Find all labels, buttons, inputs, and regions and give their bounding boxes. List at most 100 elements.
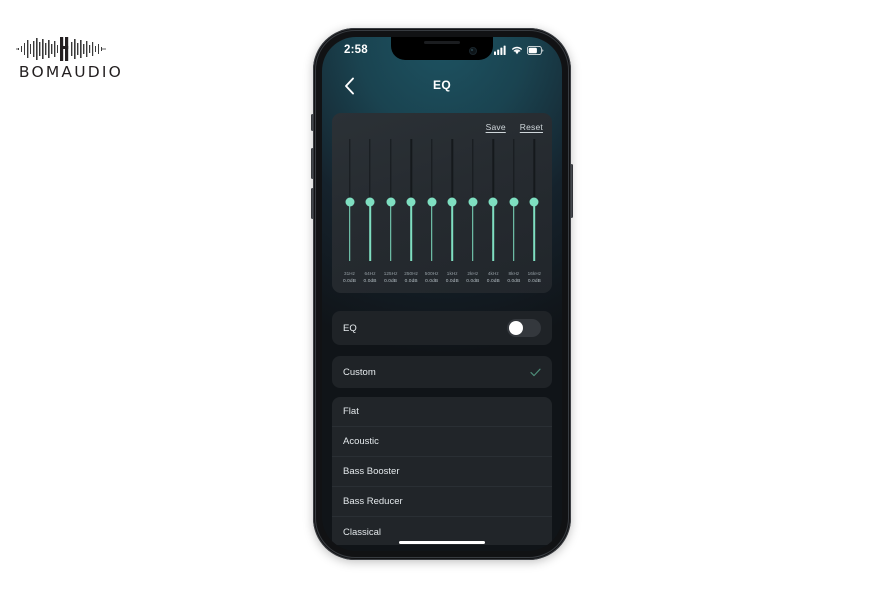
eq-band-track-active [492,202,495,261]
eq-band-thumb[interactable] [447,197,457,207]
eq-band-label-group: 1kHz 0.0dB [444,270,461,286]
eq-band-slider[interactable] [464,139,481,261]
eq-band-frequency: 2kHz [467,271,479,276]
check-icon [530,368,541,377]
eq-band-slider[interactable] [505,139,522,261]
eq-band-label-group: 250Hz 0.0dB [403,270,420,286]
battery-icon [527,45,544,55]
equalizer-band-labels: 31Hz 0.0dB 64Hz 0.0dB 125Hz 0.0dB 250Hz 0.0dB 50… [341,270,543,286]
eq-band-slider[interactable] [403,139,420,261]
eq-band-thumb[interactable] [529,197,539,207]
eq-band-slider[interactable] [382,139,399,261]
eq-band-gain: 0.0dB [342,279,357,284]
preset-list-item-label: Flat [343,406,359,417]
eq-band-slider[interactable] [362,139,379,261]
eq-band-frequency: 16kHz [527,271,542,276]
eq-band-slider[interactable] [444,139,461,261]
eq-band-frequency: 500Hz [424,271,439,276]
preset-list-item-label: Classical [343,526,382,538]
volume-up-button[interactable] [311,148,314,179]
eq-band-track-inactive [472,139,474,203]
eq-enable-label: EQ [343,322,357,334]
preset-selected-label: Custom [343,366,376,378]
eq-band-frequency: 125Hz [383,271,398,276]
eq-band-track-active [471,202,474,261]
eq-band-thumb[interactable] [468,197,478,207]
eq-enable-toggle[interactable] [507,319,541,337]
eq-band-track-inactive [410,139,412,203]
eq-band-label-group: 2kHz 0.0dB [464,270,481,286]
equalizer-panel: Save Reset 31Hz 0.0dB 64Hz 0.0dB 125Hz 0.0dB 2… [332,113,552,293]
eq-band-track-inactive [348,139,351,203]
status-bar-icons [494,45,544,55]
preset-list-item-label: Acoustic [343,436,379,447]
silent-switch-button[interactable] [311,114,314,131]
eq-band-track-inactive [451,139,453,203]
toggle-knob [509,321,523,335]
equalizer-actions: Save Reset [486,122,543,132]
phone-device-frame: 2:58 EQ Save Reset 31Hz 0.0dB 64Hz 0.0dB… [311,28,573,560]
eq-band-track-inactive [430,139,433,203]
eq-band-slider[interactable] [485,139,502,261]
preset-list-item[interactable]: Bass Booster [332,457,552,487]
status-bar-time: 2:58 [344,44,368,56]
eq-band-track-active [513,202,515,261]
eq-band-label-group: 8kHz 0.0dB [505,270,522,286]
brand-logo: BOMAUDIO [16,36,126,86]
eq-band-track-inactive [492,139,495,203]
eq-band-label-group: 500Hz 0.0dB [423,270,440,286]
preset-list-item[interactable]: Acoustic [332,427,552,457]
eq-band-track-inactive [513,139,515,203]
eq-band-track-inactive [533,139,536,203]
preset-list-item[interactable]: Flat [332,397,552,427]
eq-band-gain: 0.0dB [466,279,480,284]
eq-band-thumb[interactable] [427,197,437,207]
home-indicator[interactable] [399,540,485,544]
eq-band-thumb[interactable] [488,197,498,207]
power-button[interactable] [570,164,573,218]
reset-button[interactable]: Reset [520,122,543,132]
preset-list-item-label: Bass Reducer [343,496,403,507]
eq-band-thumb[interactable] [386,197,396,207]
eq-band-track-active [451,202,454,261]
eq-band-track-inactive [369,139,371,203]
eq-band-gain: 0.0dB [384,279,398,284]
eq-band-thumb[interactable] [345,197,354,207]
phone-screen: 2:58 EQ Save Reset 31Hz 0.0dB 64Hz 0.0dB… [322,37,562,551]
eq-band-gain: 0.0dB [507,279,521,284]
eq-band-track-active [533,202,536,261]
eq-band-slider[interactable] [423,139,440,261]
preset-selected-row[interactable]: Custom [332,356,552,388]
eq-band-track-active [389,202,392,261]
eq-band-thumb[interactable] [365,197,375,207]
eq-band-gain: 0.0dB [527,279,541,284]
earpiece-speaker-icon [424,41,460,44]
eq-band-gain: 0.0dB [486,279,500,284]
eq-band-slider[interactable] [341,139,358,261]
eq-band-frequency: 4kHz [487,271,499,276]
eq-band-label-group: 16kHz 0.0dB [526,270,543,286]
brand-name: BOMAUDIO [18,63,124,81]
nav-bar: EQ [322,70,562,104]
eq-band-track-active [369,202,371,261]
phone-notch [391,37,493,60]
eq-band-track-inactive [389,139,392,203]
eq-enable-row[interactable]: EQ [332,311,552,345]
preset-list[interactable]: Flat Acoustic Bass Booster Bass Reducer Clas… [332,397,552,545]
preset-list-item-label: Bass Booster [343,466,400,477]
eq-band-thumb[interactable] [406,197,416,207]
equalizer-sliders [341,139,543,261]
eq-band-slider[interactable] [526,139,543,261]
eq-band-gain: 0.0dB [445,279,459,284]
volume-down-button[interactable] [311,188,314,219]
eq-band-gain: 0.0dB [425,279,439,284]
save-button[interactable]: Save [486,122,506,132]
eq-band-frequency: 250Hz [404,271,419,276]
page-title: EQ [433,78,451,92]
eq-band-frequency: 64Hz [364,271,376,276]
preset-list-item[interactable]: Bass Reducer [332,487,552,517]
eq-band-thumb[interactable] [509,197,519,207]
eq-band-label-group: 31Hz 0.0dB [341,270,358,286]
eq-band-frequency: 1kHz [446,271,458,276]
eq-band-label-group: 125Hz 0.0dB [382,270,399,286]
